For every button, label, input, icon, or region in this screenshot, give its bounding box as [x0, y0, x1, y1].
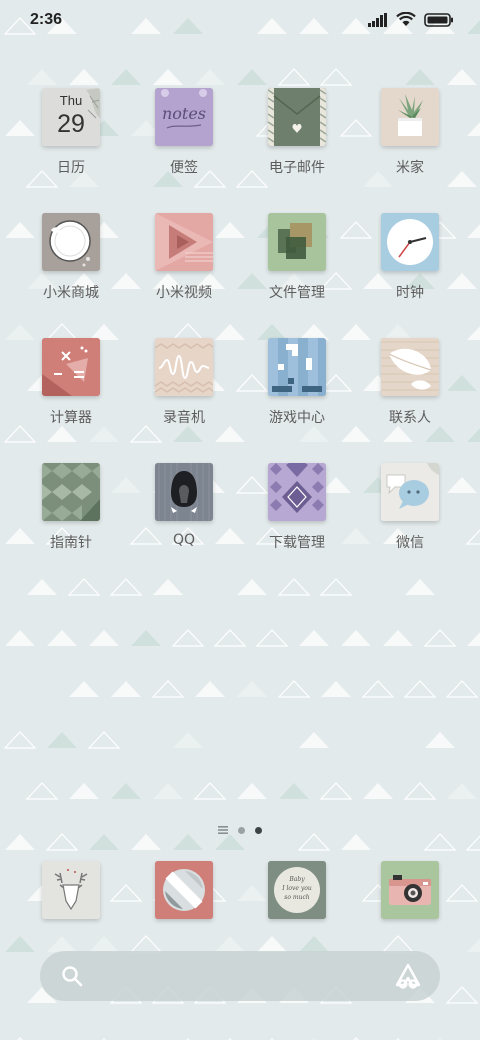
- potted-plant-icon: [381, 88, 439, 146]
- app-label-recorder: 录音机: [163, 410, 205, 426]
- app-label-mihome: 米家: [396, 160, 424, 176]
- folder-icon: [268, 213, 326, 271]
- app-label-notes: 便签: [170, 160, 198, 176]
- compass-icon: [42, 463, 100, 521]
- app-label-contacts: 联系人: [389, 410, 431, 426]
- page-dot-2-active[interactable]: [255, 826, 262, 834]
- play-icon: [155, 213, 213, 271]
- mall-icon: [42, 213, 100, 271]
- app-label-file-manager: 文件管理: [269, 285, 325, 301]
- signal-icon: [368, 12, 387, 27]
- notes-icon: notes: [155, 88, 213, 146]
- app-clock[interactable]: 时钟: [355, 213, 465, 323]
- app-label-calendar: 日历: [57, 160, 85, 176]
- status-icons: [368, 12, 454, 27]
- app-notes[interactable]: notes 便签: [129, 88, 239, 198]
- page-indicator: [0, 824, 480, 836]
- browser-icon: [155, 861, 213, 919]
- calendar-icon: Thu 29: [42, 88, 100, 146]
- calendar-day: Thu: [59, 93, 83, 108]
- battery-icon: [424, 12, 453, 27]
- download-icon: [268, 463, 326, 521]
- app-compass[interactable]: 指南针: [16, 463, 126, 573]
- dock-app-4[interactable]: [381, 861, 439, 919]
- app-mihome[interactable]: 米家: [355, 88, 465, 198]
- app-calculator[interactable]: 计算器: [16, 338, 126, 448]
- tetris-icon: [268, 338, 326, 396]
- app-label-game-center: 游戏中心: [269, 410, 325, 426]
- deer-icon: [42, 861, 100, 919]
- status-bar: 2:36: [0, 0, 480, 44]
- penguin-icon: [155, 463, 213, 521]
- calendar-date: 29: [57, 110, 85, 138]
- waveform-icon: [155, 338, 213, 396]
- envelope-icon: [268, 88, 326, 146]
- love-note-line-3: so much: [284, 894, 310, 901]
- notes-icon-text: notes: [161, 104, 207, 123]
- app-contacts[interactable]: 联系人: [355, 338, 465, 448]
- search-icon[interactable]: [60, 964, 84, 988]
- leaf-icon: [381, 338, 439, 396]
- app-file-manager[interactable]: 文件管理: [242, 213, 352, 323]
- app-mi-mall[interactable]: 小米商城: [16, 213, 126, 323]
- app-label-compass: 指南针: [50, 535, 92, 551]
- app-game-center[interactable]: 游戏中心: [242, 338, 352, 448]
- search-bar[interactable]: [40, 951, 440, 1001]
- chat-bubble-icon: [381, 463, 439, 521]
- dock-app-1[interactable]: [42, 861, 100, 919]
- calculator-icon: [42, 338, 100, 396]
- app-label-wechat: 微信: [396, 535, 424, 551]
- app-wechat[interactable]: 微信: [355, 463, 465, 573]
- app-recorder[interactable]: 录音机: [129, 338, 239, 448]
- camera-icon: [381, 861, 439, 919]
- app-calendar[interactable]: Thu 29 日历: [16, 88, 126, 198]
- app-qq[interactable]: QQ: [129, 463, 239, 573]
- love-note-line-2: I love you: [282, 885, 312, 892]
- love-note-line-1: Baby: [289, 876, 305, 883]
- feed-menu-icon[interactable]: [218, 826, 228, 834]
- app-label-mi-video: 小米视频: [156, 285, 212, 301]
- love-note-icon: Baby I love you so much: [268, 861, 326, 919]
- dock-app-2[interactable]: [155, 861, 213, 919]
- assistant-icon[interactable]: [394, 963, 422, 989]
- status-time: 2:36: [30, 11, 63, 28]
- app-label-clock: 时钟: [396, 285, 424, 301]
- app-label-qq: QQ: [172, 532, 196, 548]
- app-email[interactable]: 电子邮件: [242, 88, 352, 198]
- app-mi-video[interactable]: 小米视频: [129, 213, 239, 323]
- clock-icon: [381, 213, 439, 271]
- page-dot-1[interactable]: [238, 826, 245, 834]
- app-label-email: 电子邮件: [269, 160, 325, 176]
- app-downloads[interactable]: 下载管理: [242, 463, 352, 573]
- app-label-downloads: 下载管理: [269, 535, 325, 551]
- wifi-icon: [396, 12, 416, 26]
- app-label-mi-mall: 小米商城: [43, 285, 99, 301]
- dock-app-3[interactable]: Baby I love you so much: [268, 861, 326, 919]
- app-label-calculator: 计算器: [50, 410, 92, 426]
